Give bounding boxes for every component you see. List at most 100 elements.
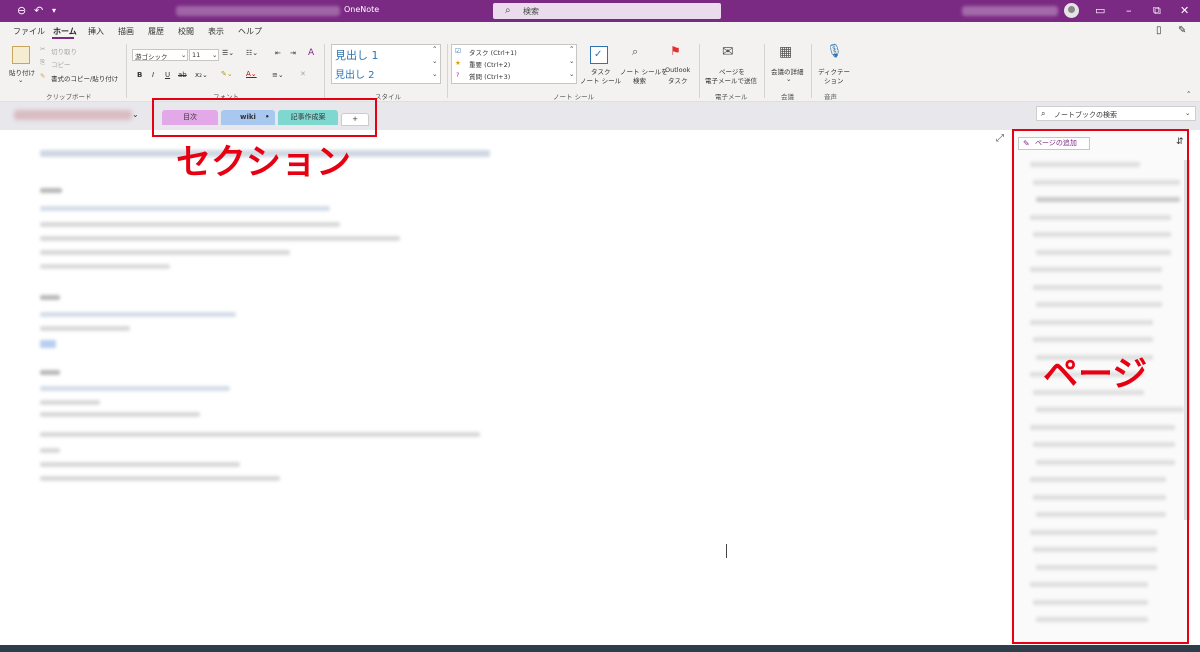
font-size-value: 11 (192, 51, 201, 59)
user-name-blurred (962, 6, 1058, 16)
copy-label[interactable]: コピー (51, 59, 71, 69)
search-icon: ⌕ (505, 5, 511, 16)
meeting-group-label: 会議 (781, 93, 794, 101)
menu-file[interactable]: ファイル (13, 26, 45, 37)
microphone-icon[interactable]: 🎙 (826, 44, 843, 59)
blurred-text (40, 250, 290, 255)
outlook-tasks-label-2[interactable]: タスク (668, 75, 688, 85)
email-label-2[interactable]: 電子メールで送信 (705, 75, 757, 85)
search-placeholder: 検索 (523, 7, 539, 16)
notebook-dropdown-icon[interactable]: ⌄ (132, 110, 139, 119)
tag-important[interactable]: 重要 (Ctrl+2) (469, 59, 510, 69)
menu-home[interactable]: ホーム (53, 26, 77, 37)
ribbon-display-icon[interactable]: ▭ (1095, 4, 1105, 18)
tag-task[interactable]: タスク (Ctrl+1) (469, 47, 517, 57)
notebook-icon[interactable]: ▯ (1156, 25, 1162, 36)
menu-history[interactable]: 履歴 (148, 26, 164, 37)
back-icon[interactable]: ⊖ (17, 4, 26, 18)
notebook-name-blurred[interactable] (14, 110, 132, 120)
increase-indent-icon[interactable]: ⇥ (290, 49, 296, 57)
cut-icon[interactable]: ✂ (40, 45, 45, 53)
delete-icon[interactable]: ✕ (300, 70, 306, 78)
format-painter-icon[interactable]: ✎ (40, 72, 45, 80)
flag-icon[interactable]: ⚑ (670, 44, 681, 58)
menu-help[interactable]: ヘルプ (238, 26, 262, 37)
tags-gallery[interactable]: ☑ タスク (Ctrl+1) ★ 重要 (Ctrl+2) ? 質問 (Ctrl+… (451, 44, 577, 84)
calendar-icon[interactable]: ▦ (779, 44, 792, 60)
avatar[interactable] (1064, 3, 1079, 18)
notebook-search-placeholder: ノートブックの検索 (1054, 111, 1117, 119)
undo-icon[interactable]: ↶ (34, 4, 43, 18)
styles-gallery[interactable]: 見出し 1 見出し 2 ⌃ ⌄ ⌄ (331, 44, 441, 84)
menu-draw[interactable]: 描画 (118, 26, 134, 37)
more-tags-icon[interactable]: ⌄ (569, 70, 574, 78)
blurred-text (40, 236, 400, 241)
font-family-select[interactable]: 游ゴシック ⌄ (132, 49, 188, 61)
bold-icon[interactable]: B (137, 71, 142, 79)
font-size-select[interactable]: 11 ⌄ (189, 49, 219, 61)
numbered-list-icon[interactable]: ☷⌄ (246, 49, 258, 57)
scroll-down-icon[interactable]: ⌄ (432, 57, 437, 65)
bullet-list-icon[interactable]: ☰⌄ (222, 49, 234, 57)
cut-label[interactable]: 切り取り (51, 46, 77, 56)
blurred-text (40, 432, 480, 437)
checkbox-icon: ☑ (455, 47, 461, 55)
task-tag-icon[interactable]: ✓ (590, 46, 608, 64)
decrease-indent-icon[interactable]: ⇤ (275, 49, 281, 57)
document-title-blurred (176, 6, 340, 16)
blurred-text (40, 448, 60, 453)
chevron-down-icon: ⌄ (181, 51, 187, 59)
menu-review[interactable]: 校閲 (178, 26, 194, 37)
tag-question[interactable]: 質問 (Ctrl+3) (469, 71, 510, 81)
menu-view[interactable]: 表示 (208, 26, 224, 37)
divider (126, 44, 127, 98)
star-icon: ★ (455, 59, 461, 67)
close-icon[interactable]: ✕ (1180, 4, 1189, 18)
paste-dropdown-icon[interactable]: ⌄ (18, 76, 23, 84)
paste-icon[interactable] (12, 46, 30, 64)
scroll-down-icon[interactable]: ⌄ (569, 57, 574, 65)
outlook-tasks-label-1[interactable]: Outlook (665, 66, 690, 74)
underline-icon[interactable]: U (165, 71, 170, 79)
search-box[interactable]: ⌕ 検索 (493, 3, 721, 19)
heading-2-style[interactable]: 見出し 2 (335, 66, 375, 81)
find-tags-label-2[interactable]: 検索 (633, 75, 646, 85)
strikethrough-icon[interactable]: ab (178, 71, 187, 79)
format-painter-label[interactable]: 書式のコピー/貼り付け (51, 73, 118, 83)
menu-bar: ファイル ホーム 挿入 描画 履歴 校閲 表示 ヘルプ ▯ ✎ (0, 22, 1200, 40)
italic-icon[interactable]: I (152, 71, 154, 79)
maximize-icon[interactable]: ⧉ (1153, 4, 1161, 18)
font-family-value: 游ゴシック (135, 53, 168, 61)
minimize-icon[interactable]: – (1126, 4, 1132, 18)
text-cursor (726, 544, 727, 558)
quick-access-dropdown-icon[interactable]: ▾ (52, 4, 56, 18)
scroll-up-icon[interactable]: ⌃ (569, 45, 574, 53)
blurred-text (40, 462, 240, 467)
chevron-down-icon: ⌄ (212, 51, 218, 59)
envelope-icon[interactable]: ✉ (722, 44, 734, 60)
menu-insert[interactable]: 挿入 (88, 26, 104, 37)
align-icon[interactable]: ≡⌄ (272, 71, 284, 79)
expand-icon[interactable]: ⤢ (996, 133, 1004, 144)
sections-highlight-box (152, 98, 377, 137)
blurred-text (40, 370, 60, 375)
font-color-icon[interactable]: A⌄ (246, 70, 257, 78)
more-styles-icon[interactable]: ⌄ (432, 70, 437, 78)
title-bar: ⊖ ↶ ▾ OneNote ⌕ 検索 ▭ – ⧉ ✕ (0, 0, 1200, 22)
clear-formatting-icon[interactable]: A (308, 48, 314, 58)
clipboard-group-label: クリップボード (46, 93, 92, 101)
scroll-up-icon[interactable]: ⌃ (432, 45, 437, 53)
copy-icon[interactable]: ⎘ (40, 58, 45, 67)
blurred-text (40, 312, 236, 317)
task-tag-label-2[interactable]: ノート シール (580, 75, 621, 85)
find-tags-icon[interactable]: ⌕ (632, 45, 638, 59)
subscript-icon[interactable]: x₂⌄ (195, 71, 208, 79)
collapse-ribbon-icon[interactable]: ⌃ (1186, 90, 1191, 98)
feedback-icon[interactable]: ✎ (1178, 25, 1186, 36)
notebook-search-input[interactable]: ⌕ ノートブックの検索 ⌄ (1036, 106, 1196, 121)
dictate-label-2[interactable]: ション (824, 75, 844, 85)
highlight-icon[interactable]: ✎⌄ (221, 70, 233, 78)
blurred-text (40, 400, 100, 405)
chevron-down-icon[interactable]: ⌄ (786, 75, 791, 83)
heading-1-style[interactable]: 見出し 1 (335, 47, 379, 63)
